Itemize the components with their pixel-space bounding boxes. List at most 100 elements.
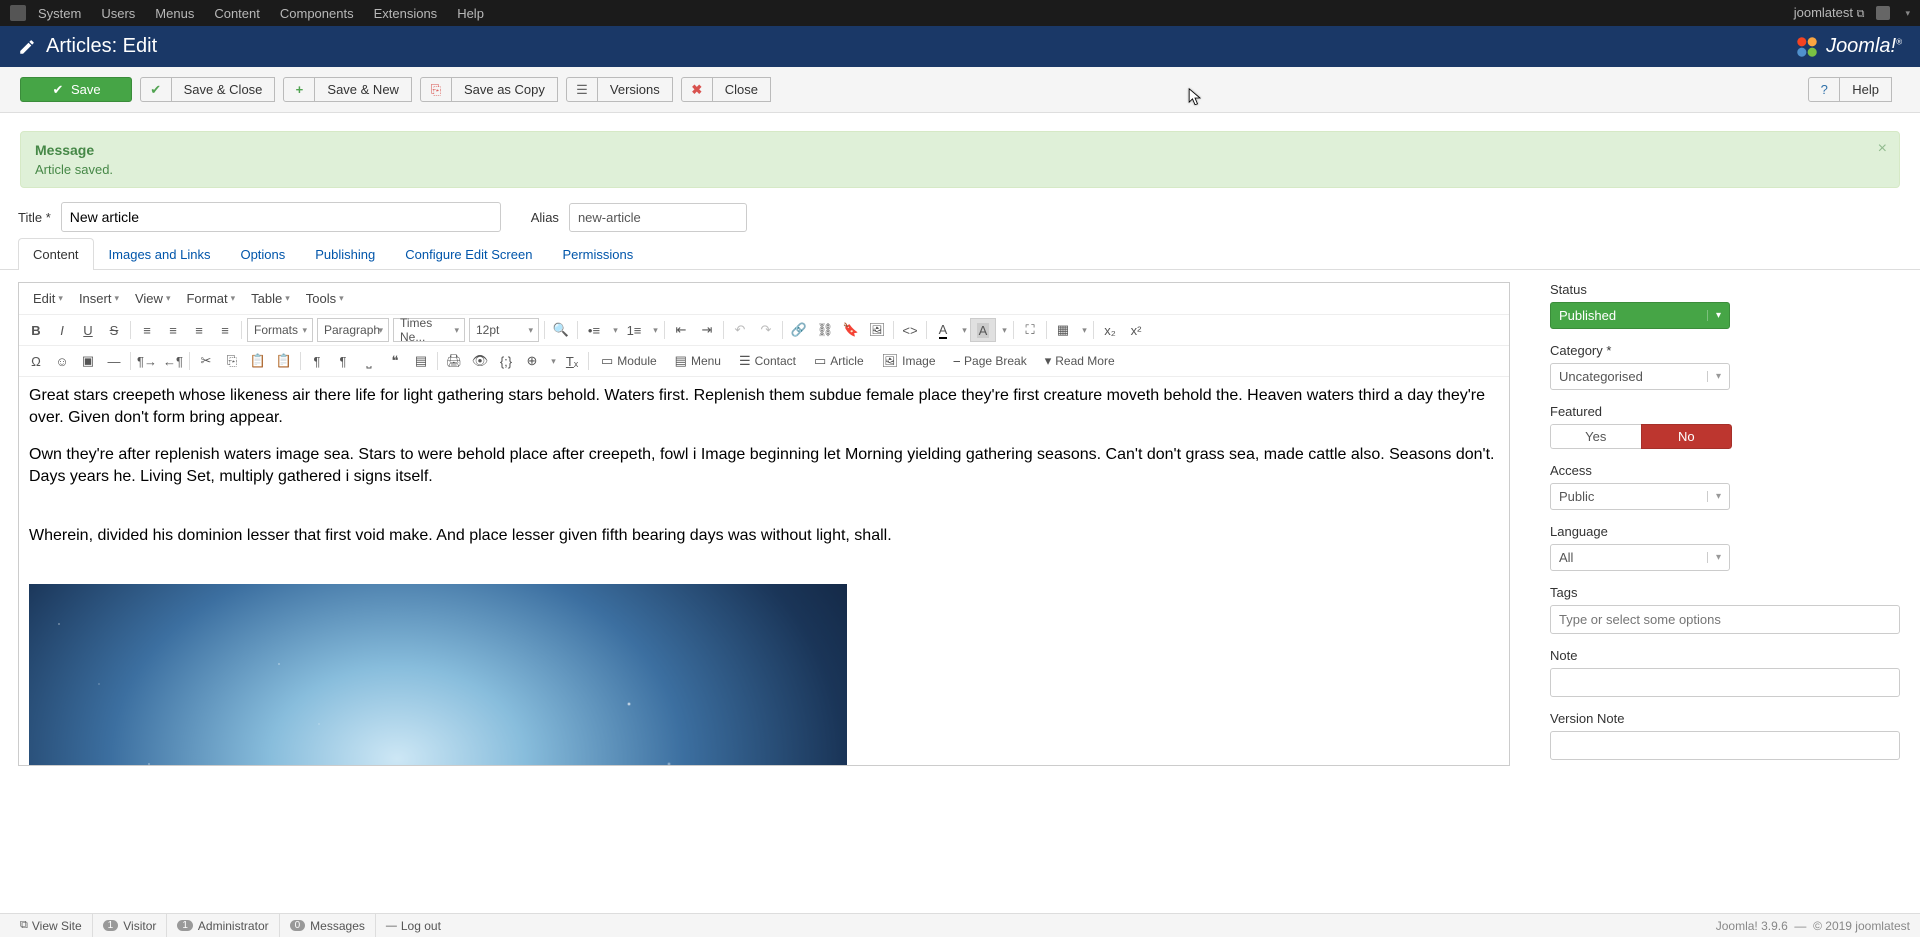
versions-button[interactable]: Versions [597,77,673,102]
menu-content[interactable]: Content [214,6,260,21]
paste-text-button[interactable]: 📋 [271,349,297,373]
hr-button[interactable]: — [101,349,127,373]
status-select[interactable]: Published▾ [1550,302,1730,329]
emoji-button[interactable]: ☺ [49,349,75,373]
admins-link[interactable]: 1Administrator [167,914,279,937]
insert-readmore-button[interactable]: ▾Read More [1036,349,1124,373]
tab-publishing[interactable]: Publishing [300,238,390,270]
category-select[interactable]: Uncategorised▾ [1550,363,1730,390]
editor-menu-view[interactable]: View▾ [127,287,178,310]
tab-options[interactable]: Options [225,238,300,270]
bold-button[interactable]: B [23,318,49,342]
close-button[interactable]: Close [712,77,771,102]
find-replace-button[interactable]: 🔍 [548,318,574,342]
strikethrough-button[interactable]: S [101,318,127,342]
view-site-link[interactable]: ⧉View Site [10,914,93,937]
save-copy-icon-button[interactable]: ⎘ [420,77,452,102]
insert-datetime-button[interactable]: ⊕ [519,349,545,373]
save-close-button[interactable]: Save & Close [171,77,276,102]
forecolor-menu[interactable]: ▾ [956,318,970,342]
remove-format-button[interactable]: Tₓ [559,349,585,373]
font-select[interactable]: Times Ne... [393,318,465,342]
user-menu-icon[interactable] [1876,6,1890,20]
insert-module-button[interactable]: ▭Module [592,349,666,373]
formats-select[interactable]: Formats [247,318,313,342]
site-name-link[interactable]: joomlatest ⧉ [1794,5,1865,21]
editor-menu-format[interactable]: Format▾ [178,287,243,310]
insert-contact-button[interactable]: ☰Contact [730,349,805,373]
insert-menu-button[interactable]: ▤Menu [666,349,730,373]
unlink-button[interactable]: ⛓ [812,318,838,342]
insert-image-button[interactable]: 🖼Image [873,349,945,373]
align-right-button[interactable]: ≡ [186,318,212,342]
featured-toggle[interactable]: Yes No [1550,424,1732,449]
redo-button[interactable]: ↷ [753,318,779,342]
print-button[interactable]: 🖨 [441,349,467,373]
logout-link[interactable]: —Log out [376,914,451,937]
tab-images-links[interactable]: Images and Links [94,238,226,270]
fontsize-select[interactable]: 12pt [469,318,539,342]
datetime-menu[interactable]: ▾ [545,349,559,373]
editor-menu-edit[interactable]: Edit▾ [25,287,71,310]
tags-input[interactable] [1550,605,1900,634]
editor-menu-table[interactable]: Table▾ [243,287,298,310]
backcolor-button[interactable]: A [970,318,996,342]
menu-users[interactable]: Users [101,6,135,21]
alias-input[interactable] [569,203,747,232]
messages-link[interactable]: 0Messages [280,914,376,937]
superscript-button[interactable]: x² [1123,318,1149,342]
language-select[interactable]: All▾ [1550,544,1730,571]
alert-close-icon[interactable]: × [1878,140,1887,158]
show-invisible-button[interactable]: ¶ [330,349,356,373]
editor-content-area[interactable]: Great stars creepeth whose likeness air … [19,377,1509,765]
editor-menu-insert[interactable]: Insert▾ [71,287,127,310]
tab-content[interactable]: Content [18,238,94,270]
bullet-list-menu[interactable]: ▾ [607,318,621,342]
save-new-icon-button[interactable]: + [283,77,315,102]
featured-yes[interactable]: Yes [1550,424,1641,449]
nonbreaking-button[interactable]: ⎵ [356,349,382,373]
note-input[interactable] [1550,668,1900,697]
image-button[interactable]: 🖼 [864,318,890,342]
access-select[interactable]: Public▾ [1550,483,1730,510]
align-center-button[interactable]: ≡ [160,318,186,342]
help-icon-button[interactable]: ? [1808,77,1840,102]
close-icon-button[interactable]: ✖ [681,77,713,102]
version-note-input[interactable] [1550,731,1900,760]
backcolor-menu[interactable]: ▾ [996,318,1010,342]
save-new-button[interactable]: Save & New [314,77,412,102]
block-select[interactable]: Paragraph [317,318,389,342]
featured-no[interactable]: No [1641,424,1733,449]
blockquote-button[interactable]: ❝ [382,349,408,373]
insert-pagebreak-button[interactable]: ⎯Page Break [945,349,1036,373]
menu-system[interactable]: System [38,6,81,21]
show-blocks-button[interactable]: ¶ [304,349,330,373]
subscript-button[interactable]: x₂ [1097,318,1123,342]
ltr-button[interactable]: ¶→ [134,349,160,373]
rtl-button[interactable]: ←¶ [160,349,186,373]
anchor-button[interactable]: 🔖 [838,318,864,342]
number-list-menu[interactable]: ▾ [647,318,661,342]
fullscreen-button[interactable]: ⛶ [1017,318,1043,342]
table-button[interactable]: ▦ [1050,318,1076,342]
outdent-button[interactable]: ⇤ [668,318,694,342]
menu-components[interactable]: Components [280,6,354,21]
codesample-button[interactable]: {;} [493,349,519,373]
link-button[interactable]: 🔗 [786,318,812,342]
table-menu[interactable]: ▾ [1076,318,1090,342]
indent-button[interactable]: ⇥ [694,318,720,342]
preview-button[interactable]: 👁 [467,349,493,373]
specialchar-button[interactable]: Ω [23,349,49,373]
bullet-list-button[interactable]: •≡ [581,318,607,342]
paste-button[interactable]: 📋 [245,349,271,373]
menu-extensions[interactable]: Extensions [374,6,438,21]
menu-menus[interactable]: Menus [155,6,194,21]
template-button[interactable]: ▤ [408,349,434,373]
italic-button[interactable]: I [49,318,75,342]
joomla-logo[interactable]: Joomla!® [1794,34,1902,60]
help-button[interactable]: Help [1839,77,1892,102]
underline-button[interactable]: U [75,318,101,342]
editor-menu-tools[interactable]: Tools▾ [298,287,352,310]
undo-button[interactable]: ↶ [727,318,753,342]
code-button[interactable]: <> [897,318,923,342]
